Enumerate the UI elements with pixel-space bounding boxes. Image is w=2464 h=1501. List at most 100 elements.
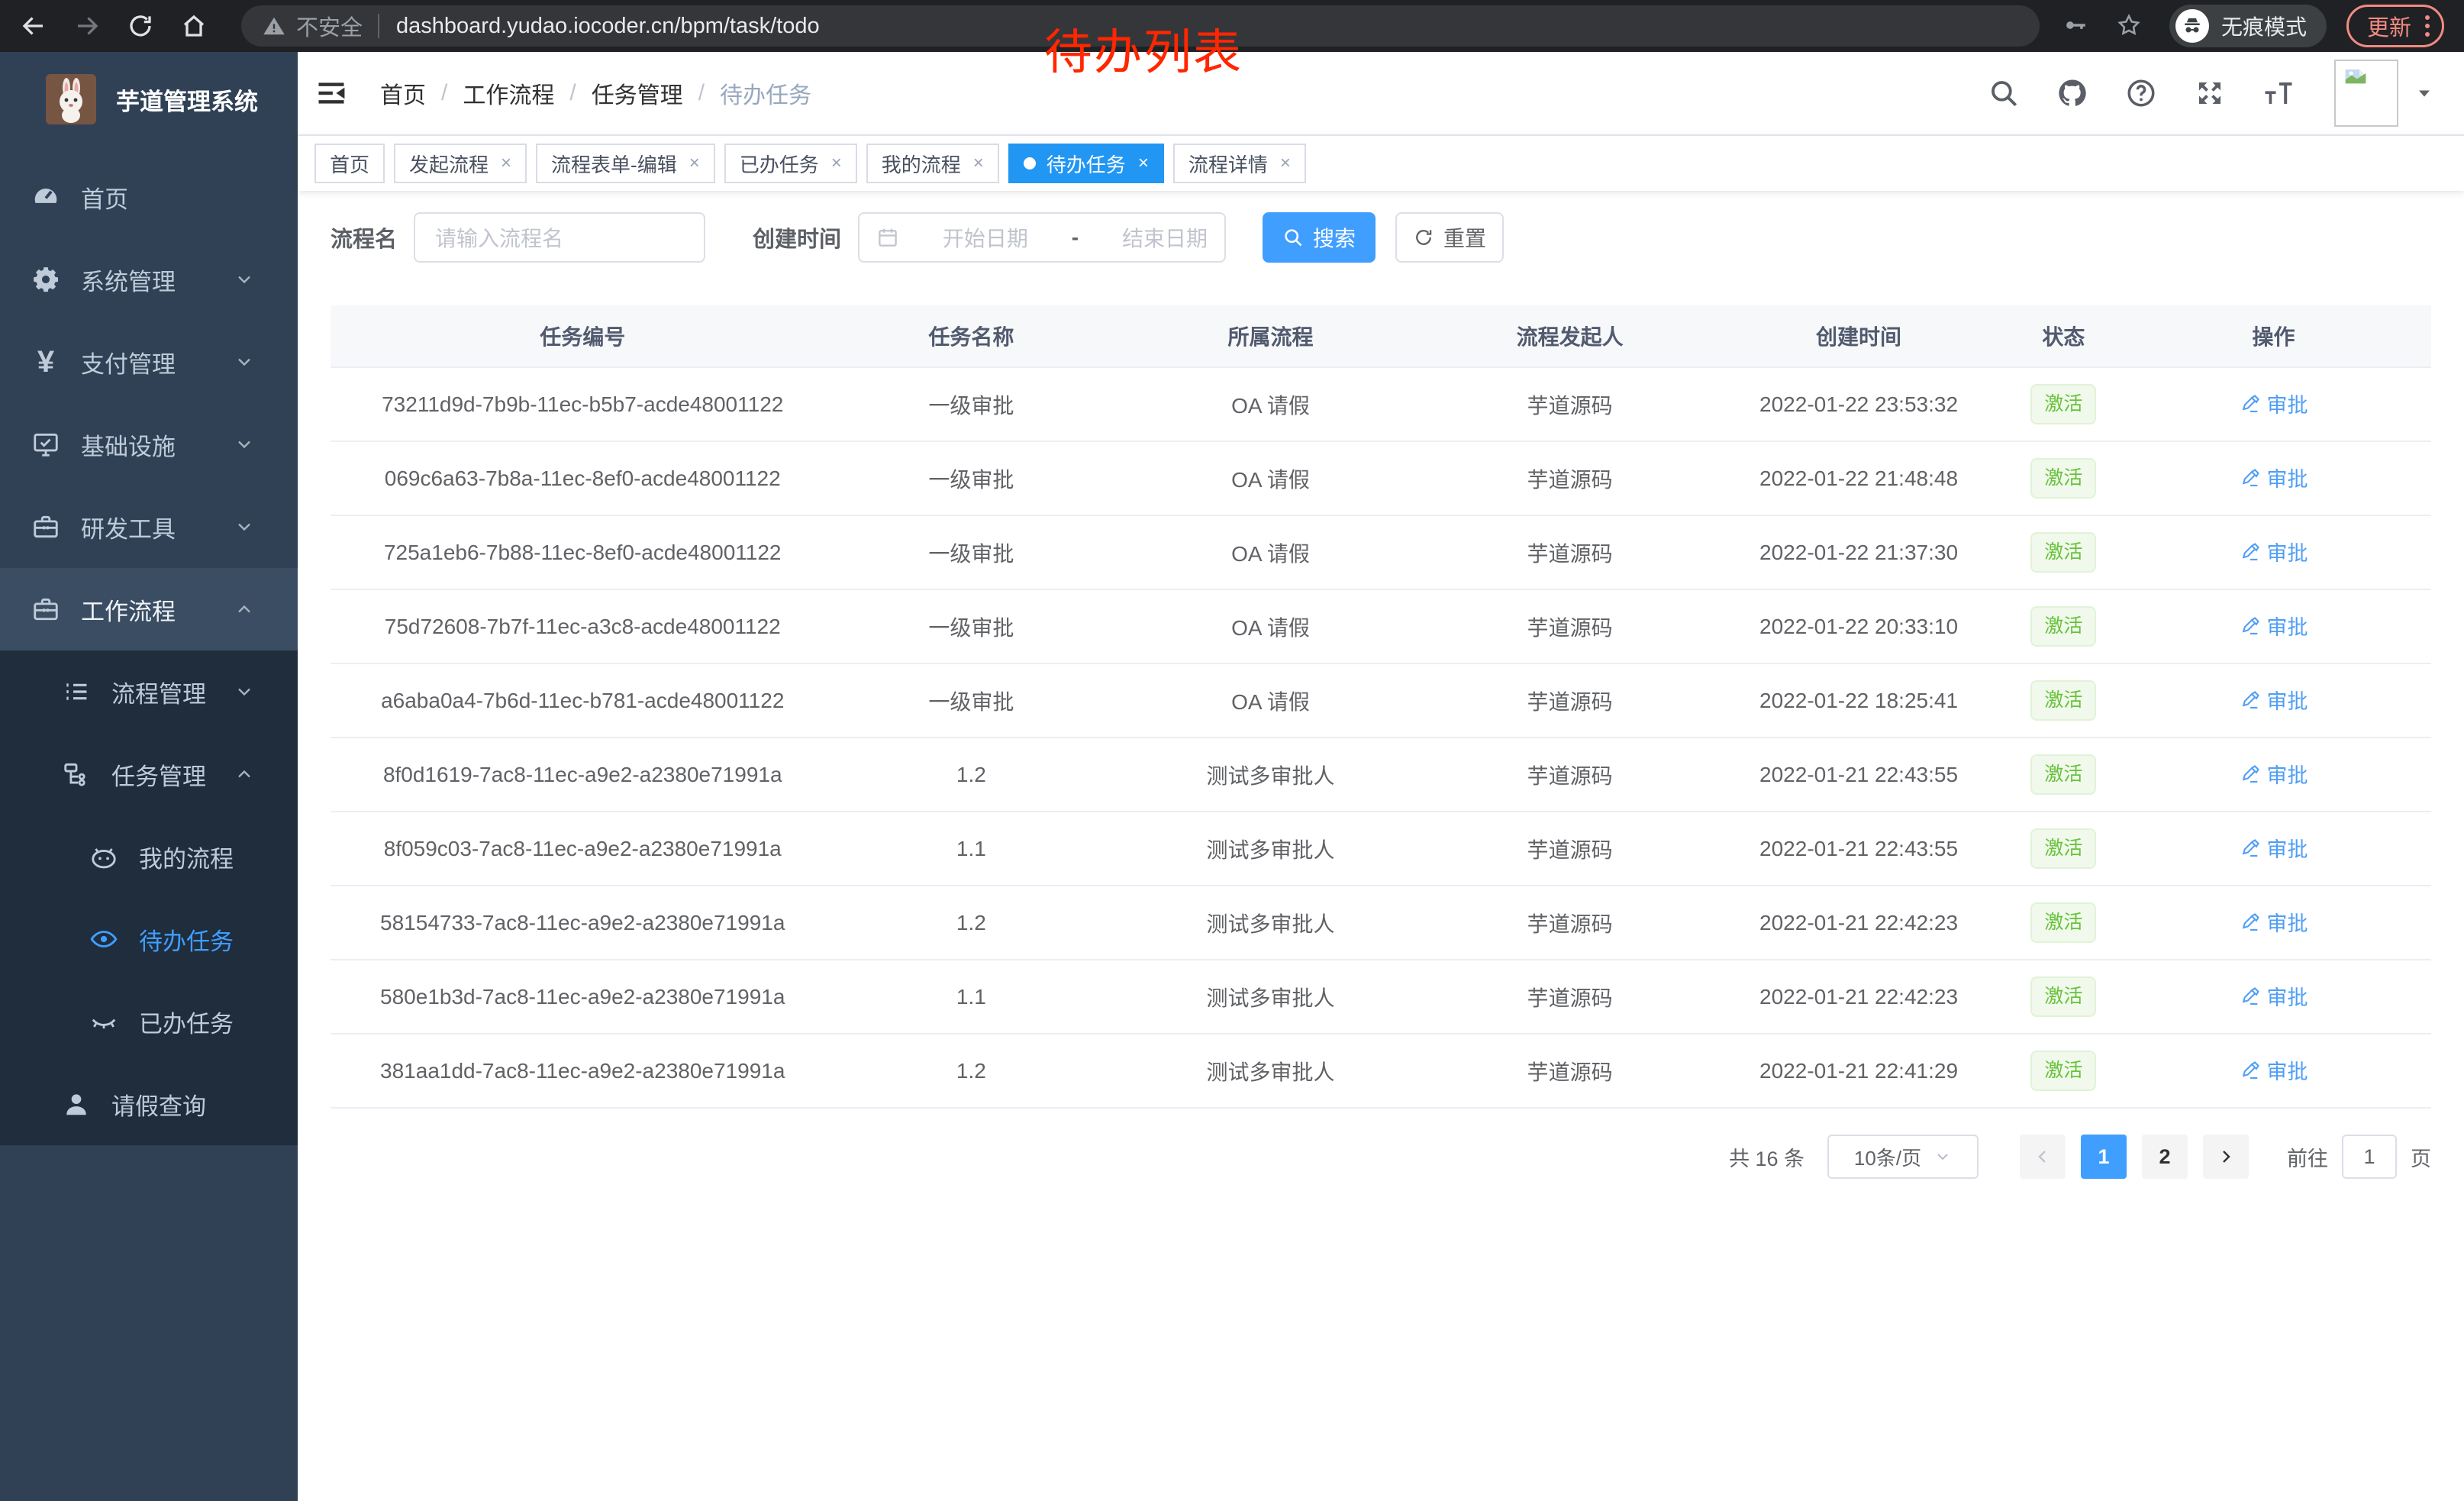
github-icon[interactable] — [2056, 77, 2088, 109]
tab-首页[interactable]: 首页 — [314, 144, 385, 183]
chevron-down-icon — [234, 351, 255, 373]
sidebar-item-payment[interactable]: ¥支付管理 — [0, 321, 298, 403]
approve-link[interactable]: 审批 — [2240, 981, 2308, 1011]
tab-流程表单-编辑[interactable]: 流程表单-编辑× — [536, 144, 715, 183]
caret-down-icon[interactable] — [2414, 82, 2435, 104]
sidebar-item-task-mgmt[interactable]: 任务管理 — [0, 733, 298, 815]
create-time: 2022-01-21 22:41:29 — [1707, 1059, 2011, 1083]
fullscreen-icon[interactable] — [2194, 77, 2226, 109]
sidebar-item-process-mgmt[interactable]: 流程管理 — [0, 650, 298, 733]
eye-icon — [89, 925, 119, 954]
task-name: 1.1 — [834, 985, 1108, 1009]
initiator: 芋道源码 — [1434, 612, 1707, 642]
tab-流程详情[interactable]: 流程详情× — [1173, 144, 1306, 183]
breadcrumb: 首页/工作流程/任务管理/待办任务 — [380, 76, 811, 110]
search-button-icon — [1282, 227, 1304, 248]
sidebar-item-done-task[interactable]: 已办任务 — [0, 980, 298, 1063]
process-name: 测试多审批人 — [1108, 760, 1434, 790]
update-button[interactable]: 更新 — [2346, 5, 2444, 47]
total-count: 共 16 条 — [1729, 1142, 1804, 1172]
initiator: 芋道源码 — [1434, 389, 1707, 420]
forward-icon[interactable] — [73, 11, 104, 41]
reset-button[interactable]: 重置 — [1395, 212, 1504, 263]
tab-已办任务[interactable]: 已办任务× — [724, 144, 857, 183]
approve-link[interactable]: 审批 — [2240, 389, 2308, 418]
approve-link[interactable]: 审批 — [2240, 759, 2308, 789]
next-page-button[interactable] — [2203, 1135, 2249, 1179]
status-badge: 激活 — [2030, 606, 2096, 647]
font-size-icon[interactable] — [2262, 77, 2295, 109]
tab-发起流程[interactable]: 发起流程× — [394, 144, 527, 183]
page-size-select[interactable]: 10条/页 — [1827, 1135, 1979, 1179]
table-header: 任务编号任务名称所属流程流程发起人创建时间状态操作 — [331, 305, 2431, 366]
goto-page-input[interactable]: 1 — [2342, 1135, 2397, 1179]
sidebar-item-infra[interactable]: 基础设施 — [0, 403, 298, 486]
close-icon[interactable]: × — [973, 154, 984, 173]
navbar: 首页/工作流程/任务管理/待办任务 — [298, 52, 2464, 134]
status-badge: 激活 — [2030, 828, 2096, 869]
page-button-2[interactable]: 2 — [2142, 1135, 2188, 1179]
approve-link[interactable]: 审批 — [2240, 1055, 2308, 1085]
yen-icon: ¥ — [31, 347, 61, 377]
task-id: 580e1b3d-7ac8-11ec-a9e2-a2380e71991a — [331, 985, 834, 1009]
key-icon[interactable] — [2062, 12, 2090, 40]
logo[interactable]: 芋道管理系统 — [0, 63, 298, 136]
menu-dots-icon[interactable] — [2425, 15, 2430, 37]
table-row: a6aba0a4-7b6d-11ec-b781-acde48001122一级审批… — [331, 663, 2431, 737]
close-icon[interactable]: × — [501, 154, 511, 173]
initiator: 芋道源码 — [1434, 463, 1707, 494]
search-button[interactable]: 搜索 — [1263, 212, 1376, 263]
approve-link[interactable]: 审批 — [2240, 537, 2308, 567]
tab-我的流程[interactable]: 我的流程× — [866, 144, 999, 183]
close-icon[interactable]: × — [831, 154, 842, 173]
task-name: 一级审批 — [834, 463, 1108, 494]
star-icon[interactable] — [2116, 12, 2143, 40]
close-icon[interactable]: × — [689, 154, 700, 173]
approve-link[interactable]: 审批 — [2240, 833, 2308, 863]
breadcrumb-item: 待办任务 — [720, 76, 811, 110]
approve-link[interactable]: 审批 — [2240, 611, 2308, 641]
task-id: 381aa1dd-7ac8-11ec-a9e2-a2380e71991a — [331, 1059, 834, 1083]
approve-link[interactable]: 审批 — [2240, 463, 2308, 492]
page-button-1[interactable]: 1 — [2081, 1135, 2127, 1179]
process-name: OA 请假 — [1108, 463, 1434, 494]
approve-link[interactable]: 审批 — [2240, 685, 2308, 715]
sidebar-item-system[interactable]: 系统管理 — [0, 238, 298, 321]
prev-page-button[interactable] — [2020, 1135, 2066, 1179]
main-area: 首页/工作流程/任务管理/待办任务 首页发起流程×流程表单-编辑×已办任 — [298, 52, 2464, 1501]
breadcrumb-item[interactable]: 任务管理 — [592, 76, 683, 110]
sidebar-item-todo-task[interactable]: 待办任务 — [0, 898, 298, 980]
sidebar-item-leave-query[interactable]: 请假查询 — [0, 1063, 298, 1145]
edit-icon — [2240, 689, 2267, 711]
breadcrumb-item[interactable]: 工作流程 — [463, 76, 554, 110]
sidebar-item-workflow[interactable]: 工作流程 — [0, 568, 298, 650]
breadcrumb-item[interactable]: 首页 — [380, 76, 426, 110]
status-badge: 激活 — [2030, 680, 2096, 721]
reload-icon[interactable] — [127, 11, 157, 41]
sidebar-collapse-icon[interactable] — [314, 73, 354, 113]
action-cell: 审批 — [2116, 907, 2431, 938]
close-icon[interactable]: × — [1280, 154, 1291, 173]
sidebar-item-home[interactable]: 首页 — [0, 156, 298, 238]
date-range-input[interactable]: 开始日期 - 结束日期 — [858, 212, 1226, 263]
search-icon[interactable] — [1988, 77, 2020, 109]
back-icon[interactable] — [20, 11, 50, 41]
monitor-icon — [31, 430, 61, 459]
avatar[interactable] — [2334, 60, 2398, 127]
home-icon[interactable] — [180, 11, 211, 41]
process-name-label: 流程名 — [331, 221, 397, 253]
close-icon[interactable]: × — [1138, 154, 1149, 173]
sidebar-item-devtools[interactable]: 研发工具 — [0, 486, 298, 568]
help-icon[interactable] — [2125, 77, 2157, 109]
sidebar-item-my-process[interactable]: 我的流程 — [0, 815, 298, 898]
approve-link[interactable]: 审批 — [2240, 907, 2308, 937]
process-name-input[interactable]: 请输入流程名 — [414, 212, 705, 263]
initiator: 芋道源码 — [1434, 908, 1707, 938]
tab-待办任务[interactable]: 待办任务× — [1008, 144, 1164, 183]
toolbox-icon — [31, 512, 61, 541]
action-cell: 审批 — [2116, 759, 2431, 790]
table-row: 8f059c03-7ac8-11ec-a9e2-a2380e71991a1.1测… — [331, 811, 2431, 885]
process-name: OA 请假 — [1108, 537, 1434, 568]
annotation-overlay: 待办列表 — [1044, 14, 1243, 83]
task-name: 1.2 — [834, 1059, 1108, 1083]
